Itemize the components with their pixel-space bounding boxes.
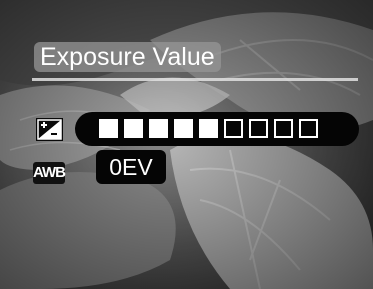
awb-icon[interactable]: AWB [33,162,66,184]
title-divider [32,78,358,81]
slider-segment-filled [99,119,118,138]
slider-segment-empty [299,119,318,138]
exposure-value-label: 0EV [96,150,166,184]
page-title: Exposure Value [34,42,221,72]
slider-segment-filled [199,119,218,138]
slider-segment-filled [174,119,193,138]
slider-segment-empty [249,119,268,138]
slider-segment-filled [149,119,168,138]
camera-menu-screen: Exposure Value AWB 0EV [0,0,373,289]
exposure-compensation-icon[interactable] [36,118,63,141]
slider-segment-empty [274,119,293,138]
exposure-slider[interactable] [75,112,359,146]
slider-segment-filled [124,119,143,138]
slider-segment-empty [224,119,243,138]
